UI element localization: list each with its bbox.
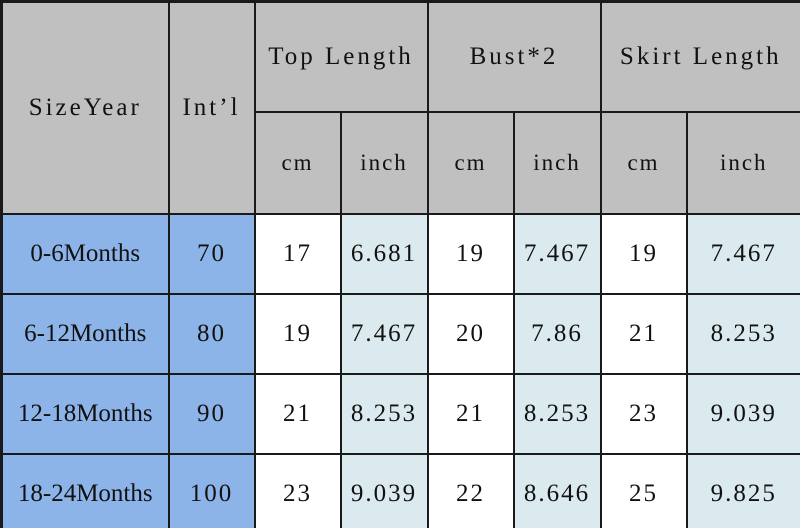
header-group-top-length: Top Length — [253, 0, 429, 113]
table-body: 0-6Months 70 17 6.681 19 7.467 19 7.467 … — [0, 213, 800, 528]
header-group-skirt-length: Skirt Length — [599, 0, 800, 113]
cell-top-length-inch: 9.039 — [339, 453, 429, 528]
cell-intl: 80 — [167, 293, 256, 375]
cell-size-year: 18-24Months — [0, 453, 170, 528]
cell-top-length-cm: 23 — [253, 453, 342, 528]
header-unit-top-length-inch: inch — [339, 111, 429, 215]
header-unit-bust-inch: inch — [512, 111, 602, 215]
cell-skirt-inch: 8.253 — [685, 293, 800, 375]
cell-top-length-inch: 8.253 — [339, 373, 429, 455]
cell-bust-inch: 7.86 — [512, 293, 602, 375]
cell-bust-cm: 19 — [426, 213, 515, 295]
cell-bust-inch: 8.253 — [512, 373, 602, 455]
cell-skirt-cm: 23 — [599, 373, 688, 455]
header-size-year: SizeYear — [0, 0, 170, 215]
header-intl: Int’l — [167, 0, 256, 215]
cell-bust-cm: 22 — [426, 453, 515, 528]
header-group-bust: Bust*2 — [426, 0, 602, 113]
cell-size-year: 6-12Months — [0, 293, 170, 375]
cell-skirt-cm: 25 — [599, 453, 688, 528]
cell-intl: 90 — [167, 373, 256, 455]
cell-bust-inch: 7.467 — [512, 213, 602, 295]
header-unit-skirt-inch: inch — [685, 111, 800, 215]
cell-skirt-inch: 9.825 — [685, 453, 800, 528]
cell-intl: 70 — [167, 213, 256, 295]
header-unit-bust-cm: cm — [426, 111, 515, 215]
cell-bust-cm: 21 — [426, 373, 515, 455]
cell-top-length-inch: 7.467 — [339, 293, 429, 375]
header-unit-top-length-cm: cm — [253, 111, 342, 215]
table-row: 6-12Months 80 19 7.467 20 7.86 21 8.253 — [0, 293, 800, 375]
cell-skirt-cm: 21 — [599, 293, 688, 375]
table-row: 12-18Months 90 21 8.253 21 8.253 23 9.03… — [0, 373, 800, 455]
size-chart-table: SizeYear Int’l Top Length Bust*2 Skirt L… — [0, 0, 800, 528]
cell-top-length-inch: 6.681 — [339, 213, 429, 295]
cell-size-year: 0-6Months — [0, 213, 170, 295]
cell-bust-inch: 8.646 — [512, 453, 602, 528]
cell-top-length-cm: 19 — [253, 293, 342, 375]
cell-skirt-inch: 7.467 — [685, 213, 800, 295]
cell-top-length-cm: 17 — [253, 213, 342, 295]
table-row: 0-6Months 70 17 6.681 19 7.467 19 7.467 — [0, 213, 800, 295]
table-row: 18-24Months 100 23 9.039 22 8.646 25 9.8… — [0, 453, 800, 528]
table-header: SizeYear Int’l Top Length Bust*2 Skirt L… — [0, 0, 800, 215]
cell-intl: 100 — [167, 453, 256, 528]
cell-top-length-cm: 21 — [253, 373, 342, 455]
header-unit-skirt-cm: cm — [599, 111, 688, 215]
cell-skirt-cm: 19 — [599, 213, 688, 295]
header-row-groups: SizeYear Int’l Top Length Bust*2 Skirt L… — [0, 0, 800, 215]
cell-bust-cm: 20 — [426, 293, 515, 375]
cell-skirt-inch: 9.039 — [685, 373, 800, 455]
size-chart-container: SizeYear Int’l Top Length Bust*2 Skirt L… — [0, 0, 800, 528]
cell-size-year: 12-18Months — [0, 373, 170, 455]
